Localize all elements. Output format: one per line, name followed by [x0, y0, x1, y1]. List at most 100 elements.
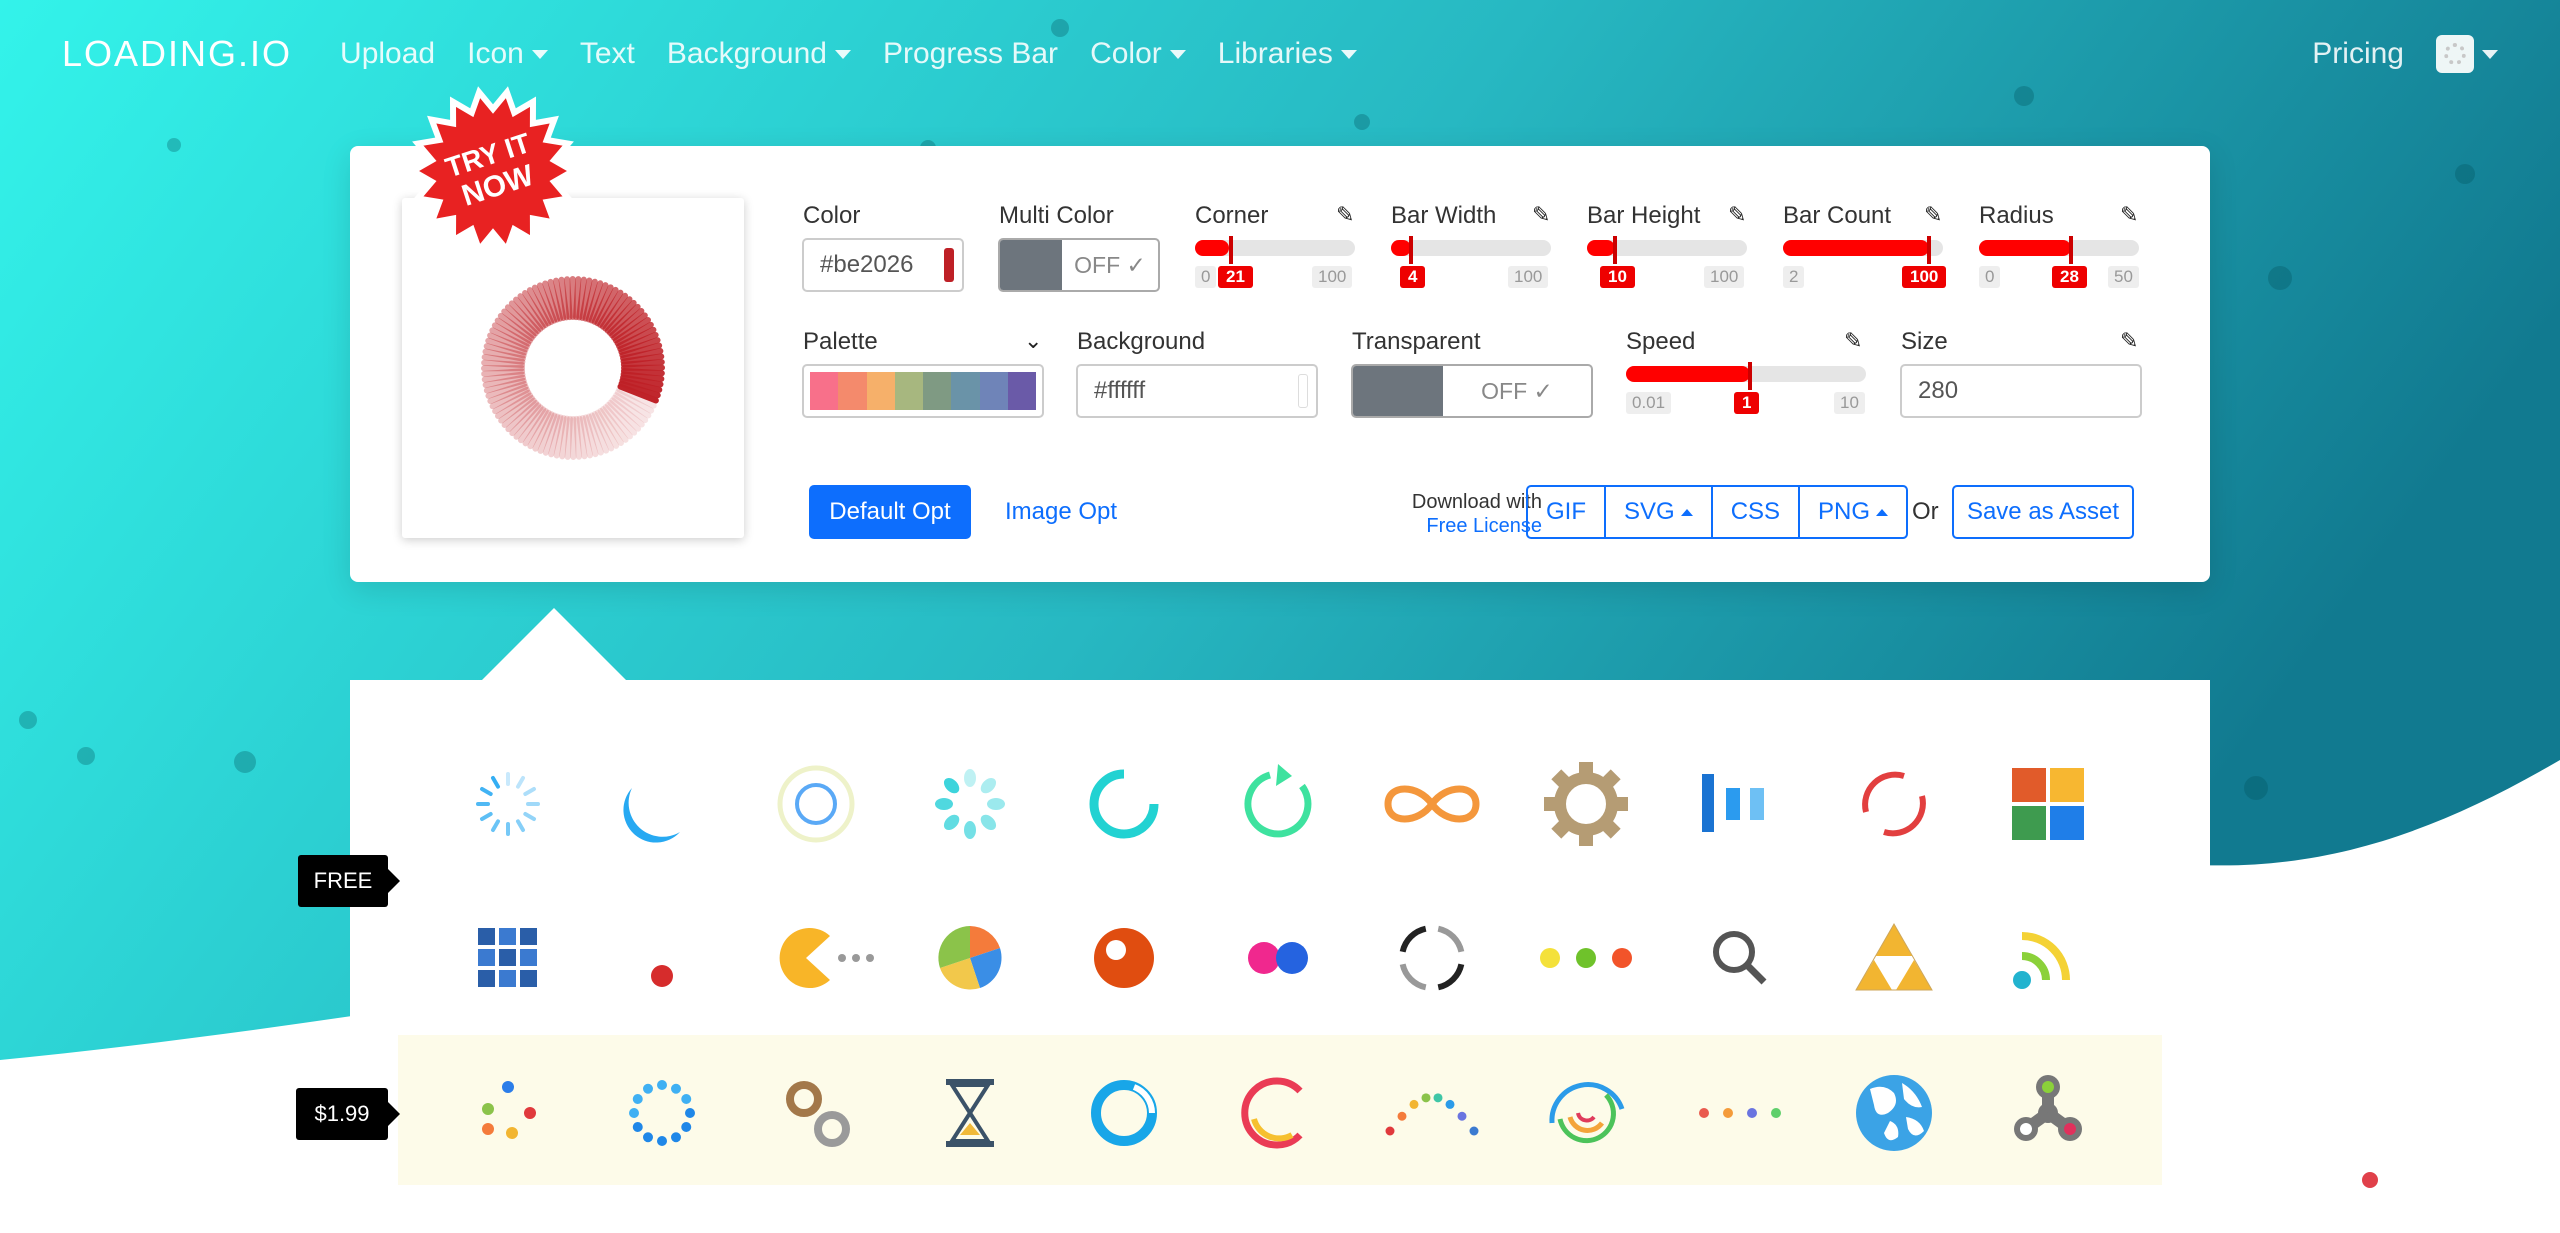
- check-icon: ✓: [1126, 251, 1146, 278]
- gallery-icons: [476, 762, 2084, 1151]
- download-png-button[interactable]: PNG: [1800, 487, 1906, 537]
- palette-swatch[interactable]: [979, 372, 1008, 410]
- panel-pointer: [482, 608, 626, 680]
- gear-icon: [1544, 762, 1628, 846]
- palette-swatch[interactable]: [866, 372, 895, 410]
- default-opt-button[interactable]: Default Opt: [809, 485, 971, 539]
- radius-value: 28: [2052, 266, 2087, 288]
- color-input[interactable]: #be2026: [802, 238, 964, 292]
- pencil-icon[interactable]: ✎: [1336, 202, 1354, 228]
- pencil-icon[interactable]: ✎: [2120, 328, 2138, 354]
- palette-swatch[interactable]: [838, 372, 867, 410]
- nav-progress-bar[interactable]: Progress Bar: [883, 37, 1058, 71]
- flickr-dots-icon: [1248, 942, 1308, 974]
- wifi-icon: [2013, 932, 2070, 989]
- nav-upload-label: Upload: [340, 37, 436, 70]
- bar-height-value: 10: [1600, 266, 1635, 288]
- download-license-note: Download with Free License: [1376, 490, 1542, 538]
- multi-color-toggle[interactable]: OFF ✓: [998, 238, 1160, 292]
- bar-count-min: 2: [1783, 266, 1805, 288]
- size-input-value: 280: [1918, 377, 1959, 404]
- orb-icon: [1094, 928, 1154, 988]
- grid-icon: [478, 928, 537, 987]
- nav-libraries-dropdown[interactable]: Libraries: [1218, 37, 1357, 71]
- nav-color-dropdown[interactable]: Color: [1090, 37, 1186, 71]
- speed-slider[interactable]: [1626, 362, 1866, 390]
- icon-gallery: [350, 680, 2210, 1233]
- chevron-down-icon[interactable]: [2482, 49, 2498, 59]
- background-input[interactable]: #ffffff: [1076, 364, 1318, 418]
- bouncing-dot-icon: [651, 965, 673, 987]
- transparent-toggle[interactable]: OFF ✓: [1351, 364, 1593, 418]
- png-label: PNG: [1818, 498, 1871, 525]
- speed-max: 10: [1834, 392, 1865, 414]
- chevron-down-icon: [1169, 49, 1186, 59]
- download-format-group: GIF SVG CSS PNG: [1526, 485, 1909, 539]
- palette-picker[interactable]: [802, 364, 1044, 418]
- bar-width-label: Bar Width: [1391, 202, 1497, 229]
- pencil-icon[interactable]: ✎: [1924, 202, 1942, 228]
- corner-label: Corner: [1195, 202, 1269, 229]
- image-opt-link[interactable]: Image Opt: [1005, 498, 1117, 526]
- download-svg-button[interactable]: SVG: [1606, 487, 1713, 537]
- refresh-icon: [1244, 764, 1312, 838]
- size-input[interactable]: 280: [1900, 364, 2142, 418]
- ellipsis-icon: [1540, 948, 1632, 968]
- nav-libraries-label: Libraries: [1217, 37, 1333, 70]
- radius-label: Radius: [1979, 202, 2054, 229]
- pencil-icon[interactable]: ✎: [2120, 202, 2138, 228]
- palette-swatch[interactable]: [923, 372, 952, 410]
- nav-progress-bar-label: Progress Bar: [882, 37, 1059, 70]
- nav-text-label: Text: [579, 37, 635, 70]
- corner-slider[interactable]: [1195, 236, 1355, 264]
- nav-upload[interactable]: Upload: [340, 37, 435, 71]
- radius-slider[interactable]: [1979, 236, 2139, 264]
- bar-width-slider[interactable]: [1391, 236, 1551, 264]
- rolling-icon: [1089, 769, 1159, 839]
- pie-chart-icon: [938, 926, 1002, 990]
- infinity-icon: [1384, 785, 1480, 823]
- globe-icon: [1856, 1075, 1932, 1151]
- download-gif-button[interactable]: GIF: [1528, 487, 1606, 537]
- nav-icon-dropdown[interactable]: Icon: [467, 37, 548, 71]
- background-input-value: #ffffff: [1094, 377, 1146, 404]
- palette-swatch[interactable]: [1007, 372, 1036, 410]
- gears-icon: [786, 1081, 850, 1147]
- user-avatar[interactable]: [2436, 35, 2474, 73]
- pacman-icon: [779, 928, 874, 988]
- nav-text[interactable]: Text: [580, 37, 635, 71]
- site-logo[interactable]: LOADING.IO: [62, 33, 292, 75]
- bar-height-slider[interactable]: [1587, 236, 1747, 264]
- svg-label: SVG: [1624, 498, 1675, 525]
- bar-height-label: Bar Height: [1587, 202, 1701, 229]
- double-chevron-down-icon[interactable]: ⌄: [1024, 328, 1042, 354]
- multi-color-label: Multi Color: [999, 202, 1114, 229]
- ellipsis-small-icon: [1699, 1108, 1781, 1118]
- color-arc-icon: [1241, 1077, 1303, 1149]
- nav-background-dropdown[interactable]: Background: [667, 37, 851, 71]
- palette-swatch[interactable]: [894, 372, 923, 410]
- dual-ring-icon: [1862, 771, 1926, 837]
- nav-icon-label: Icon: [467, 37, 524, 70]
- css-label: CSS: [1730, 498, 1781, 525]
- bar-count-slider[interactable]: [1783, 236, 1943, 264]
- download-with-text: Download with: [1411, 491, 1542, 513]
- save-as-asset-button[interactable]: Save as Asset: [1952, 485, 2134, 539]
- pencil-icon[interactable]: ✎: [1532, 202, 1550, 228]
- bars-icon: [1702, 774, 1764, 832]
- background-swatch[interactable]: [1298, 374, 1308, 408]
- color-input-value: #be2026: [820, 251, 914, 278]
- palette-swatch[interactable]: [951, 372, 980, 410]
- nav-pricing[interactable]: Pricing: [2312, 37, 2404, 71]
- pencil-icon[interactable]: ✎: [1728, 202, 1746, 228]
- toggle-handle: [1000, 240, 1062, 290]
- color-swatch[interactable]: [944, 248, 954, 282]
- free-license-link[interactable]: Free License: [1376, 514, 1542, 538]
- try-it-now-badge: TRY IT NOW: [408, 86, 578, 256]
- eclipse-icon: [623, 788, 680, 843]
- pencil-icon[interactable]: ✎: [1844, 328, 1862, 354]
- bar-count-value: 100: [1902, 266, 1947, 288]
- palette-swatch[interactable]: [810, 372, 839, 410]
- download-css-button[interactable]: CSS: [1713, 487, 1801, 537]
- or-text: Or: [1912, 498, 1939, 525]
